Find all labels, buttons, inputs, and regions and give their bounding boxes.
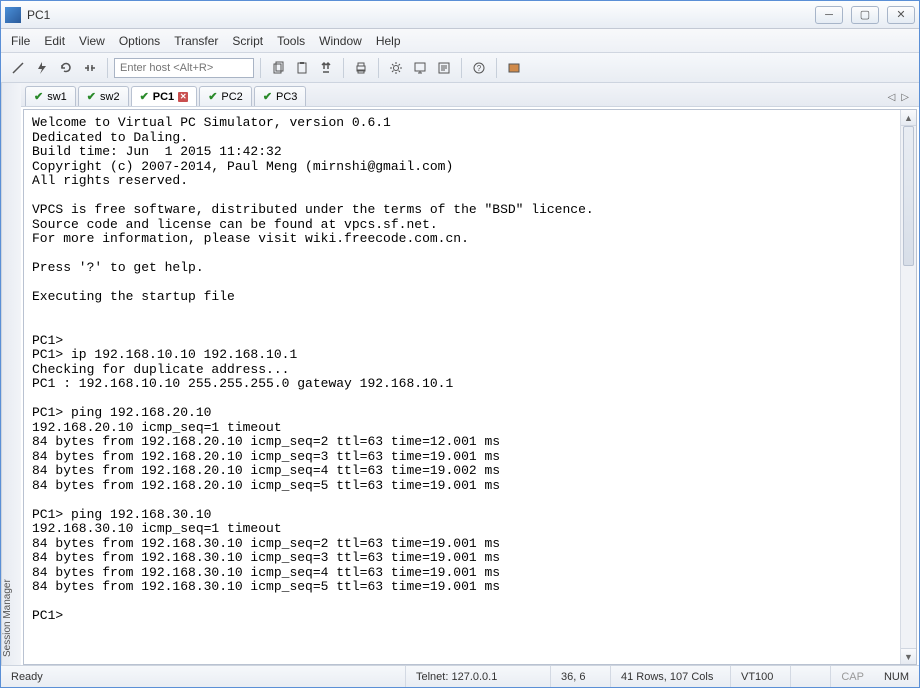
status-emulation: VT100 bbox=[731, 666, 791, 687]
menu-tools[interactable]: Tools bbox=[277, 34, 305, 48]
window-controls: ─ ▢ ✕ bbox=[815, 6, 915, 24]
check-icon: ✔ bbox=[263, 90, 272, 103]
check-icon: ✔ bbox=[140, 90, 149, 103]
session-options-icon[interactable] bbox=[409, 57, 431, 79]
tab-pc3[interactable]: ✔ PC3 bbox=[254, 86, 307, 106]
tab-pc1[interactable]: ✔ PC1 ✕ bbox=[131, 86, 198, 106]
menu-options[interactable]: Options bbox=[119, 34, 160, 48]
menu-view[interactable]: View bbox=[79, 34, 105, 48]
paste-icon[interactable] bbox=[291, 57, 313, 79]
window-title: PC1 bbox=[27, 8, 815, 22]
toolbar: ? bbox=[1, 53, 919, 83]
connect-icon[interactable] bbox=[7, 57, 29, 79]
tab-label: sw2 bbox=[100, 91, 120, 103]
tab-label: PC3 bbox=[276, 91, 297, 103]
menu-script[interactable]: Script bbox=[232, 34, 263, 48]
session-manager-tab[interactable]: Session Manager bbox=[1, 83, 21, 665]
terminal-container: Welcome to Virtual PC Simulator, version… bbox=[23, 109, 917, 665]
quick-connect-icon[interactable] bbox=[31, 57, 53, 79]
reconnect-icon[interactable] bbox=[55, 57, 77, 79]
print-icon[interactable] bbox=[350, 57, 372, 79]
disconnect-icon[interactable] bbox=[79, 57, 101, 79]
svg-text:?: ? bbox=[477, 64, 482, 73]
tab-scroll-left-icon[interactable]: ◁ bbox=[888, 92, 896, 103]
tab-scroll-right-icon[interactable]: ▷ bbox=[901, 92, 909, 103]
minimize-button[interactable]: ─ bbox=[815, 6, 843, 24]
terminal-output[interactable]: Welcome to Virtual PC Simulator, version… bbox=[24, 110, 900, 664]
tab-label: PC2 bbox=[221, 91, 242, 103]
copy-icon[interactable] bbox=[267, 57, 289, 79]
check-icon: ✔ bbox=[87, 90, 96, 103]
toolbar-separator bbox=[260, 58, 261, 78]
toggle-icon[interactable] bbox=[503, 57, 525, 79]
host-input[interactable] bbox=[114, 58, 254, 78]
keyword-icon[interactable] bbox=[433, 57, 455, 79]
menu-window[interactable]: Window bbox=[319, 34, 362, 48]
toolbar-separator bbox=[378, 58, 379, 78]
scroll-up-icon[interactable]: ▲ bbox=[901, 110, 916, 126]
tab-sw2[interactable]: ✔ sw2 bbox=[78, 86, 129, 106]
session-tabbar: ✔ sw1 ✔ sw2 ✔ PC1 ✕ ✔ PC2 ✔ PC3 ◁ ▷ bbox=[21, 83, 919, 107]
status-cursor: 36, 6 bbox=[551, 666, 611, 687]
toolbar-separator bbox=[496, 58, 497, 78]
check-icon: ✔ bbox=[208, 90, 217, 103]
close-tab-icon[interactable]: ✕ bbox=[178, 92, 188, 102]
status-num: NUM bbox=[874, 666, 919, 687]
status-spacer bbox=[791, 666, 831, 687]
tab-pc2[interactable]: ✔ PC2 bbox=[199, 86, 252, 106]
window-close-button[interactable]: ✕ bbox=[887, 6, 915, 24]
help-icon[interactable]: ? bbox=[468, 57, 490, 79]
options-icon[interactable] bbox=[385, 57, 407, 79]
vertical-scrollbar[interactable]: ▲ ▼ bbox=[900, 110, 916, 664]
menu-transfer[interactable]: Transfer bbox=[174, 34, 218, 48]
statusbar: Ready Telnet: 127.0.0.1 36, 6 41 Rows, 1… bbox=[1, 665, 919, 687]
tab-sw1[interactable]: ✔ sw1 bbox=[25, 86, 76, 106]
titlebar: PC1 ─ ▢ ✕ bbox=[1, 1, 919, 29]
check-icon: ✔ bbox=[34, 90, 43, 103]
toolbar-separator bbox=[461, 58, 462, 78]
status-ready: Ready bbox=[1, 666, 406, 687]
scroll-down-icon[interactable]: ▼ bbox=[901, 648, 916, 664]
scroll-thumb[interactable] bbox=[903, 126, 914, 266]
app-icon bbox=[5, 7, 21, 23]
find-icon[interactable] bbox=[315, 57, 337, 79]
menu-file[interactable]: File bbox=[11, 34, 30, 48]
tab-label: PC1 bbox=[153, 91, 174, 103]
maximize-button[interactable]: ▢ bbox=[851, 6, 879, 24]
tab-label: sw1 bbox=[47, 91, 67, 103]
menu-edit[interactable]: Edit bbox=[44, 34, 65, 48]
toolbar-separator bbox=[107, 58, 108, 78]
menu-help[interactable]: Help bbox=[376, 34, 401, 48]
status-caps: CAP bbox=[831, 666, 874, 687]
status-connection: Telnet: 127.0.0.1 bbox=[406, 666, 551, 687]
toolbar-separator bbox=[343, 58, 344, 78]
status-size: 41 Rows, 107 Cols bbox=[611, 666, 731, 687]
menubar: File Edit View Options Transfer Script T… bbox=[1, 29, 919, 53]
